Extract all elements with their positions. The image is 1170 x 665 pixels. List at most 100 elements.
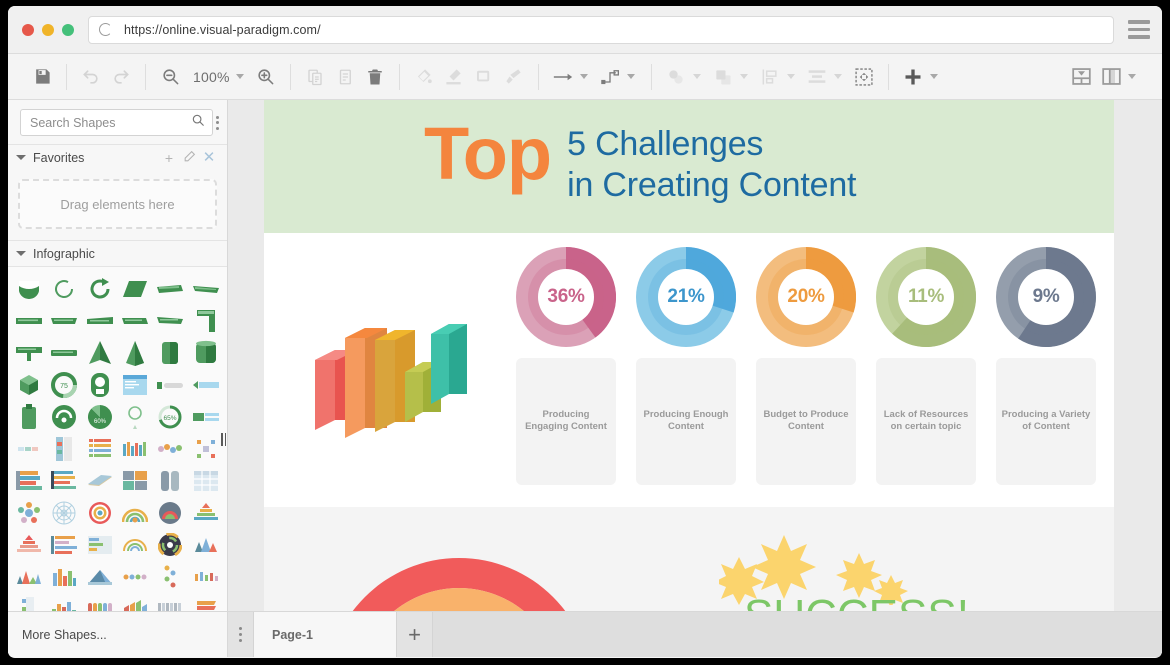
shape-item[interactable] xyxy=(119,594,151,611)
shape-item[interactable] xyxy=(13,274,45,303)
chevron-down-icon[interactable] xyxy=(16,251,26,256)
shape-item[interactable] xyxy=(190,402,222,431)
align-dropdown-caret[interactable] xyxy=(786,74,795,79)
shape-item[interactable] xyxy=(13,466,45,495)
shape-item[interactable] xyxy=(84,594,116,611)
favorites-dropzone[interactable]: Drag elements here xyxy=(18,179,217,229)
shape-item[interactable] xyxy=(84,530,116,559)
shape-item[interactable] xyxy=(84,562,116,591)
shape-item[interactable] xyxy=(119,434,151,463)
donut-chart[interactable]: 36% xyxy=(516,246,617,347)
arrange-dropdown-caret[interactable] xyxy=(739,74,748,79)
bar-chart-3d[interactable] xyxy=(264,247,514,485)
shape-style-button[interactable] xyxy=(469,62,499,92)
shape-item[interactable] xyxy=(119,402,151,431)
shape-item[interactable] xyxy=(119,562,151,591)
panel-splitter-handle[interactable] xyxy=(219,267,227,611)
shape-item[interactable] xyxy=(84,306,116,335)
shape-item[interactable]: 65% xyxy=(154,402,186,431)
shape-item[interactable] xyxy=(13,498,45,527)
panel-dropdown-caret[interactable] xyxy=(1128,74,1136,79)
diagram-canvas[interactable]: Top 5 Challenges in Creating Content 36%… xyxy=(228,100,1162,611)
shape-item[interactable] xyxy=(154,306,186,335)
shape-item[interactable] xyxy=(190,530,222,559)
panel-toggle-button[interactable] xyxy=(1096,62,1126,92)
elbow-connector-button[interactable] xyxy=(595,62,625,92)
challenge-card[interactable]: Producing Enough Content xyxy=(636,357,736,485)
shape-item[interactable] xyxy=(154,370,186,399)
connector-dropdown-caret[interactable] xyxy=(579,74,588,79)
shape-item[interactable] xyxy=(84,370,116,399)
shape-item[interactable] xyxy=(13,370,45,399)
fit-to-content-button[interactable] xyxy=(849,62,879,92)
close-favorites-icon[interactable]: ✕ xyxy=(199,150,219,165)
shape-item[interactable] xyxy=(190,562,222,591)
distribute-button[interactable] xyxy=(802,62,832,92)
donut-chart[interactable]: 9% xyxy=(996,246,1096,347)
shape-item[interactable] xyxy=(48,530,80,559)
shape-item[interactable] xyxy=(190,274,222,303)
select-button[interactable] xyxy=(661,62,691,92)
add-favorite-icon[interactable]: + xyxy=(159,151,179,165)
shape-item[interactable] xyxy=(84,434,116,463)
shapes-grid-scroll[interactable]: 75 60% 65% xyxy=(8,266,227,611)
search-input[interactable] xyxy=(30,115,191,130)
shape-item[interactable] xyxy=(48,498,80,527)
shape-item[interactable] xyxy=(84,338,116,367)
shape-item[interactable] xyxy=(119,338,151,367)
diagram-page[interactable]: Top 5 Challenges in Creating Content 36%… xyxy=(264,100,1114,611)
shape-item[interactable] xyxy=(154,498,186,527)
delete-button[interactable] xyxy=(360,62,390,92)
fill-color-button[interactable] xyxy=(409,62,439,92)
shape-item[interactable] xyxy=(48,402,80,431)
browser-menu-button[interactable] xyxy=(1128,20,1150,39)
shape-item[interactable] xyxy=(190,498,222,527)
shapes-options-button[interactable] xyxy=(213,112,221,134)
minimize-window-button[interactable] xyxy=(42,23,54,36)
shape-item[interactable] xyxy=(13,402,45,431)
redo-button[interactable] xyxy=(106,62,136,92)
shape-item[interactable] xyxy=(190,370,222,399)
shape-item[interactable] xyxy=(154,338,186,367)
donut-chart[interactable]: 20% xyxy=(756,246,857,347)
shape-item[interactable] xyxy=(154,274,186,303)
search-input-wrapper[interactable] xyxy=(20,109,213,136)
shape-item[interactable] xyxy=(154,466,186,495)
zoom-in-button[interactable] xyxy=(251,62,281,92)
shape-item[interactable] xyxy=(119,370,151,399)
elbow-dropdown-caret[interactable] xyxy=(626,74,635,79)
challenge-card[interactable]: Producing a Variety of Content xyxy=(996,357,1096,485)
close-window-button[interactable] xyxy=(22,23,34,36)
more-shapes-button[interactable]: More Shapes... xyxy=(8,612,228,657)
maximize-window-button[interactable] xyxy=(62,23,74,36)
layout-button[interactable] xyxy=(1066,62,1096,92)
shape-item[interactable] xyxy=(48,338,80,367)
shape-item[interactable] xyxy=(154,530,186,559)
shape-item[interactable] xyxy=(190,594,222,611)
shape-item[interactable] xyxy=(13,562,45,591)
paste-button[interactable] xyxy=(330,62,360,92)
page-menu-button[interactable] xyxy=(228,612,254,657)
shape-item[interactable] xyxy=(48,274,80,303)
challenge-card[interactable]: Producing Engaging Content xyxy=(516,357,616,485)
shape-item[interactable] xyxy=(119,274,151,303)
line-color-button[interactable] xyxy=(439,62,469,92)
address-bar[interactable]: https://online.visual-paradigm.com/ xyxy=(88,15,1114,44)
challenge-card[interactable]: Lack of Resources on certain topic xyxy=(876,357,976,485)
add-page-button[interactable]: + xyxy=(397,612,433,657)
straight-connector-button[interactable] xyxy=(548,62,578,92)
copy-button[interactable] xyxy=(300,62,330,92)
shape-item[interactable] xyxy=(190,434,222,463)
format-painter-button[interactable] xyxy=(499,62,529,92)
section-header-infographic[interactable]: Infographic xyxy=(8,240,227,266)
zoom-dropdown-caret[interactable] xyxy=(235,74,244,79)
reload-icon[interactable] xyxy=(99,23,112,36)
page-tab[interactable]: Page-1 xyxy=(254,612,397,657)
distribute-dropdown-caret[interactable] xyxy=(833,74,842,79)
shape-item[interactable] xyxy=(13,306,45,335)
shape-item[interactable] xyxy=(119,306,151,335)
shape-item[interactable] xyxy=(13,434,45,463)
rainbow-arc-graphic[interactable] xyxy=(326,551,592,611)
shape-item[interactable] xyxy=(48,434,80,463)
zoom-out-button[interactable] xyxy=(155,62,185,92)
